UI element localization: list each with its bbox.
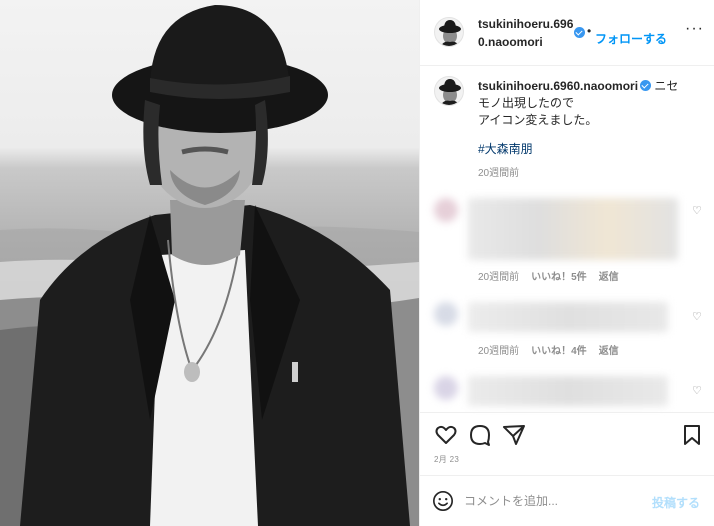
comment-like-icon[interactable]: ♡ xyxy=(692,204,702,217)
comment-likes[interactable]: いいね！5件 xyxy=(531,272,587,283)
comment-reply[interactable]: 返信 xyxy=(599,272,619,283)
caption-timestamp: 20週間前 xyxy=(478,168,520,179)
post-side-panel: tsukinihoeru.6960.naoomori • フォローする ··· … xyxy=(419,0,714,526)
comment-text-blurred xyxy=(468,302,668,332)
verified-badge-icon xyxy=(574,27,585,38)
comment-time: 20週間前 xyxy=(478,272,520,283)
avatar-image xyxy=(439,79,461,105)
comment-text-blurred xyxy=(468,376,668,406)
bookmark-icon[interactable] xyxy=(680,423,704,447)
comment-text-blurred xyxy=(468,198,678,260)
comment-like-icon[interactable]: ♡ xyxy=(692,384,702,397)
comment-reply[interactable]: 返信 xyxy=(599,346,619,357)
follow-button[interactable]: フォローする xyxy=(595,30,667,47)
comment-meta: 20週間前 いいね！5件 返信 xyxy=(478,268,619,283)
comment-bar: 投稿する xyxy=(420,475,714,526)
comment-likes[interactable]: いいね！4件 xyxy=(531,346,587,357)
caption-avatar[interactable] xyxy=(434,76,464,106)
avatar[interactable] xyxy=(434,17,464,47)
heart-icon[interactable] xyxy=(434,423,458,447)
portrait-photo-illustration xyxy=(0,5,419,526)
post-header: tsukinihoeru.6960.naoomori • フォローする ··· xyxy=(420,0,714,66)
comment-meta: 20週間前 いいね！4件 返信 xyxy=(478,342,619,357)
paper-plane-icon[interactable] xyxy=(502,423,526,447)
comment-avatar-blurred xyxy=(434,376,458,400)
emoji-icon[interactable] xyxy=(432,490,454,512)
comment-like-icon[interactable]: ♡ xyxy=(692,310,702,323)
caption-text: tsukinihoeru.6960.naoomori ニセモノ出現したので アイ… xyxy=(478,78,688,129)
hashtag-link[interactable]: #大森南朋 xyxy=(478,140,533,157)
separator-dot: • xyxy=(587,24,592,38)
caption-line-2: アイコン変えました。 xyxy=(478,113,598,127)
verified-badge-icon xyxy=(640,80,652,91)
header-username[interactable]: tsukinihoeru.6960.naoomori xyxy=(478,15,576,51)
action-bar xyxy=(420,412,714,467)
more-options-icon[interactable]: ··· xyxy=(685,20,704,38)
post-date: 2月 23 xyxy=(434,455,460,464)
post-comment-button[interactable]: 投稿する xyxy=(652,494,700,511)
post-photo[interactable] xyxy=(0,0,419,526)
avatar-image xyxy=(439,20,461,46)
comment-avatar-blurred xyxy=(434,198,458,222)
caption-username[interactable]: tsukinihoeru.6960.naoomori xyxy=(478,79,638,93)
instagram-post: tsukinihoeru.6960.naoomori • フォローする ··· … xyxy=(0,0,714,526)
comment-avatar-blurred xyxy=(434,302,458,326)
comment-time: 20週間前 xyxy=(478,346,520,357)
comment-icon[interactable] xyxy=(468,423,492,447)
comment-input[interactable] xyxy=(464,490,644,512)
